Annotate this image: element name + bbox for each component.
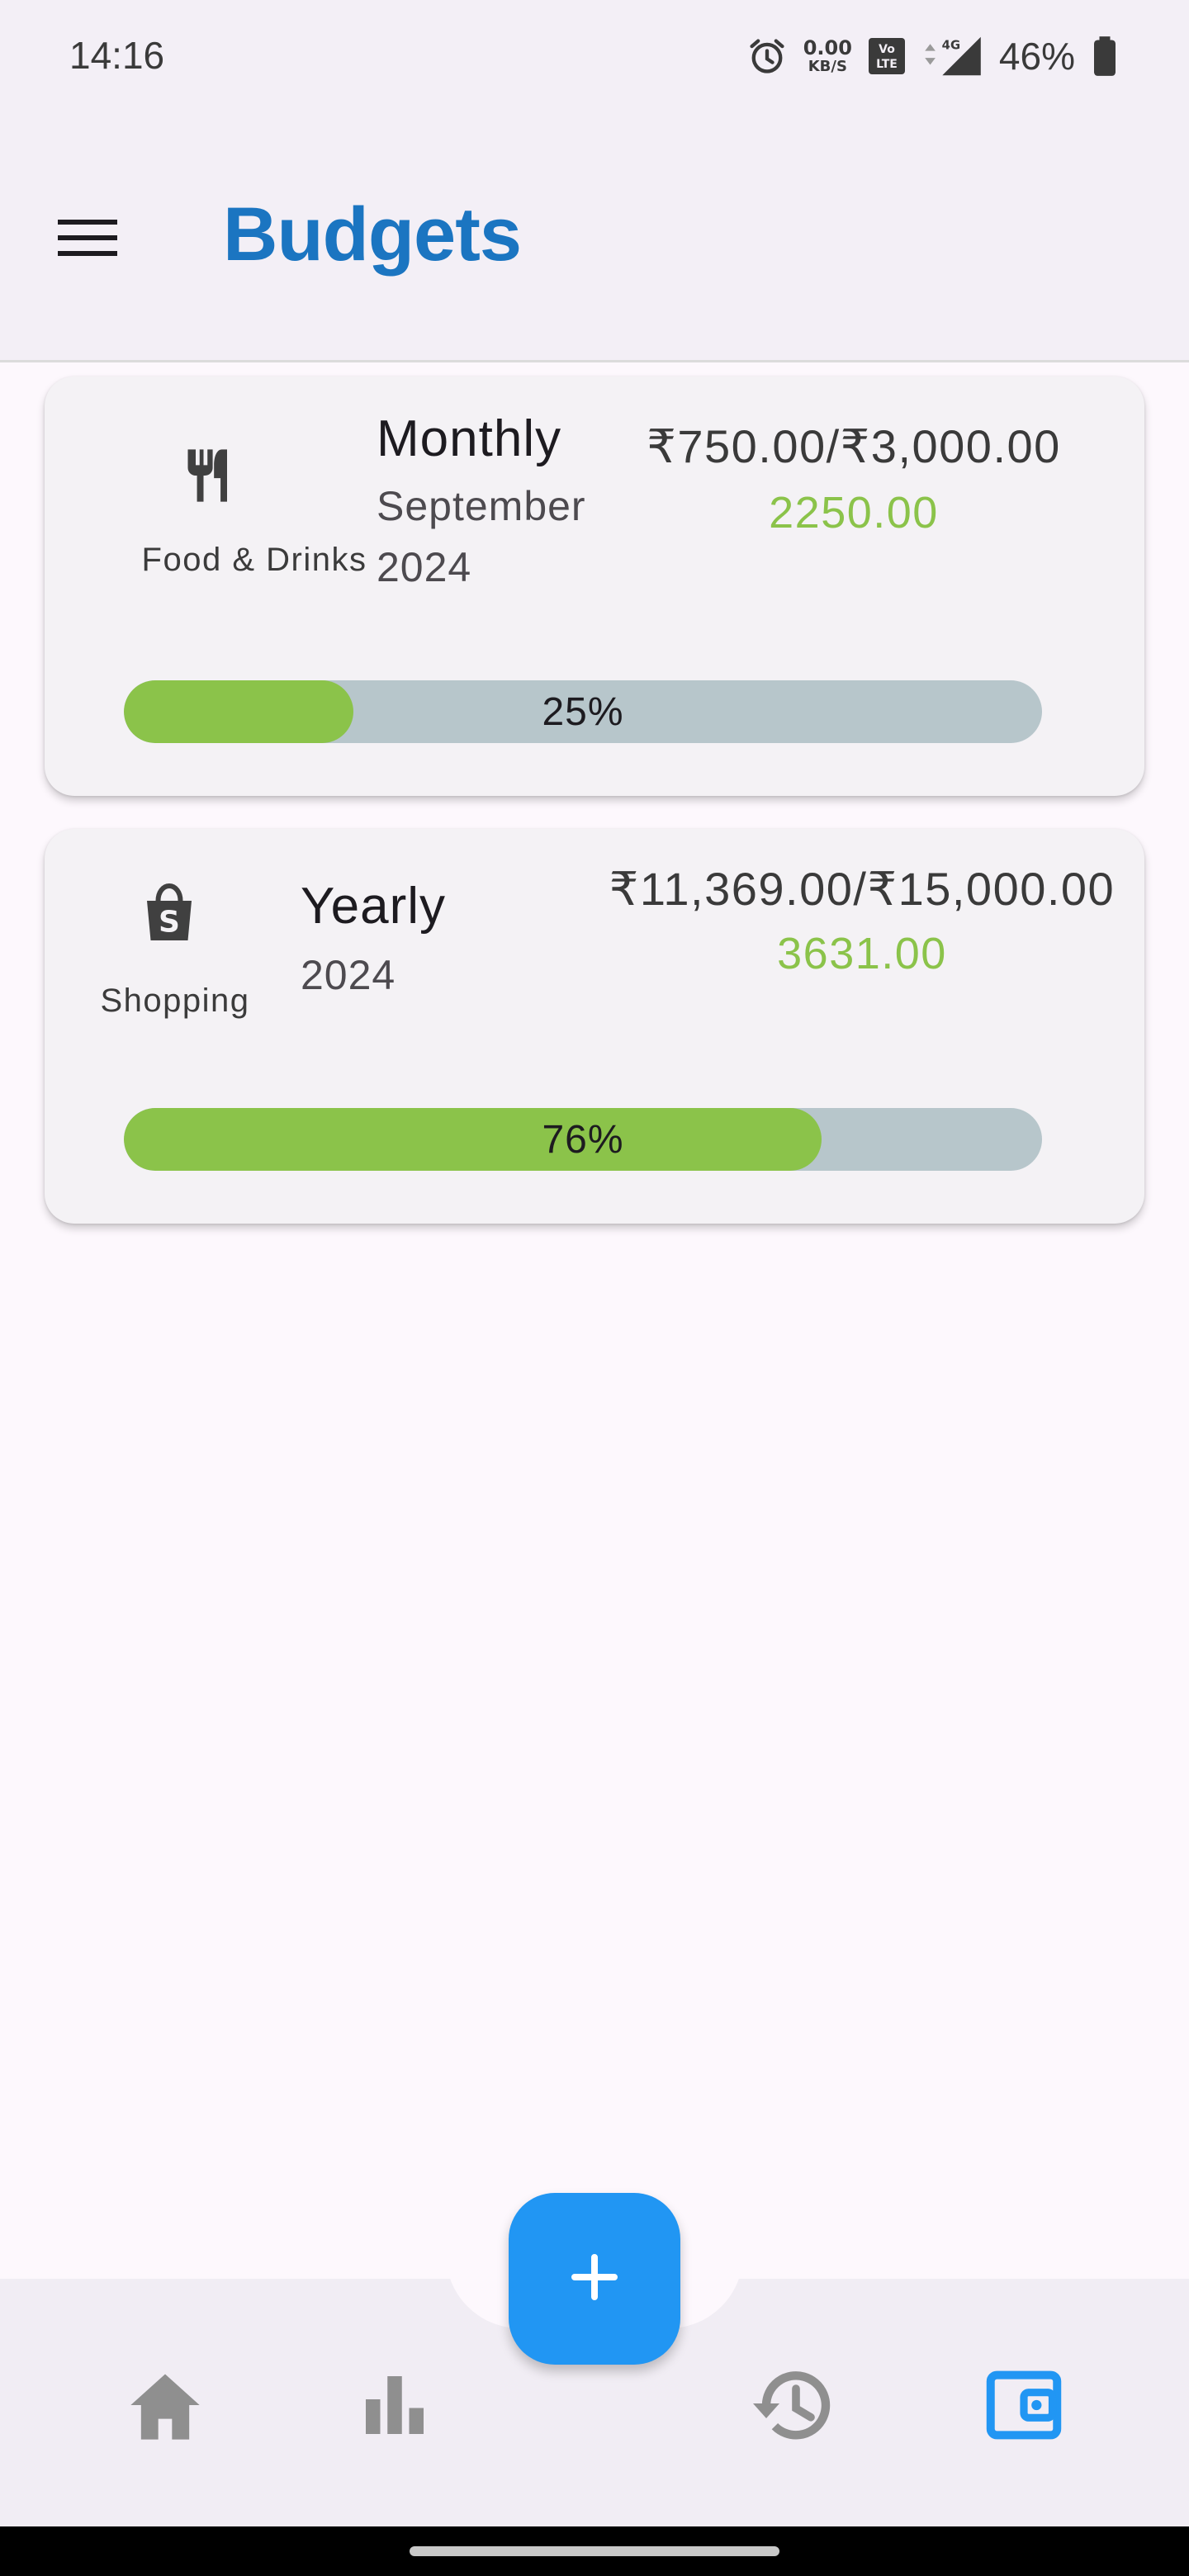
stats-icon	[360, 2370, 429, 2444]
status-time: 14:16	[69, 34, 165, 77]
budget-category: Food & Drinks	[141, 542, 367, 578]
net-speed-value: 0.00	[803, 36, 852, 59]
hamburger-menu-icon	[58, 216, 117, 263]
battery-percent: 46%	[998, 35, 1075, 78]
add-budget-button[interactable]	[509, 2193, 680, 2365]
nav-home[interactable]	[116, 2361, 215, 2452]
history-icon	[750, 2365, 836, 2449]
signal-icon: 4G	[921, 35, 984, 78]
budget-period: Monthly	[377, 410, 562, 467]
budget-amount: ₹11,369.00/₹15,000.00	[609, 863, 1116, 915]
wallet-icon	[986, 2370, 1062, 2445]
home-icon	[124, 2367, 206, 2447]
svg-text:LTE: LTE	[876, 58, 898, 71]
budget-period-year: 2024	[301, 952, 396, 998]
fork-knife-icon	[180, 443, 243, 513]
battery-icon	[1090, 35, 1120, 78]
net-speed: 0.00 KB/S	[803, 38, 852, 74]
nav-stats[interactable]	[345, 2361, 444, 2452]
budget-remaining: 3631.00	[777, 929, 947, 978]
menu-button[interactable]	[48, 206, 127, 272]
budget-period: Yearly	[301, 878, 447, 935]
budget-progress-bar: 76%	[124, 1108, 1042, 1171]
network-type: 4G	[942, 39, 960, 53]
budget-period-year: 2024	[377, 544, 472, 590]
page-title: Budgets	[223, 192, 522, 277]
app-bar: Budgets	[0, 116, 1189, 362]
budget-card-food[interactable]: Food & Drinks Monthly September 2024 ₹75…	[45, 376, 1144, 796]
budget-category: Shopping	[100, 983, 250, 1019]
budget-remaining: 2250.00	[769, 488, 939, 537]
budget-progress-bar: 25%	[124, 680, 1042, 743]
status-icons: 0.00 KB/S Vo LTE 4G 46%	[746, 31, 1120, 81]
budget-card-shopping[interactable]: S Shopping Yearly 2024 ₹11,369.00/₹15,00…	[45, 829, 1144, 1224]
alarm-icon	[746, 35, 789, 78]
budget-progress-label: 25%	[542, 689, 624, 734]
svg-text:Vo: Vo	[879, 43, 895, 56]
nav-history[interactable]	[743, 2361, 842, 2452]
shopping-bag-icon: S	[142, 883, 197, 947]
budget-amount: ₹750.00/₹3,000.00	[647, 420, 1061, 472]
plus-icon	[568, 2251, 621, 2308]
status-bar: 14:16 0.00 KB/S Vo LTE 4G 46%	[0, 0, 1189, 116]
budget-progress-label: 76%	[542, 1117, 624, 1162]
net-speed-unit: KB/S	[808, 58, 847, 75]
svg-text:S: S	[159, 906, 180, 940]
volte-icon: Vo LTE	[867, 36, 907, 76]
budget-period-month: September	[377, 483, 586, 529]
home-gesture-handle[interactable]	[410, 2546, 779, 2556]
nav-wallet[interactable]	[974, 2361, 1073, 2452]
